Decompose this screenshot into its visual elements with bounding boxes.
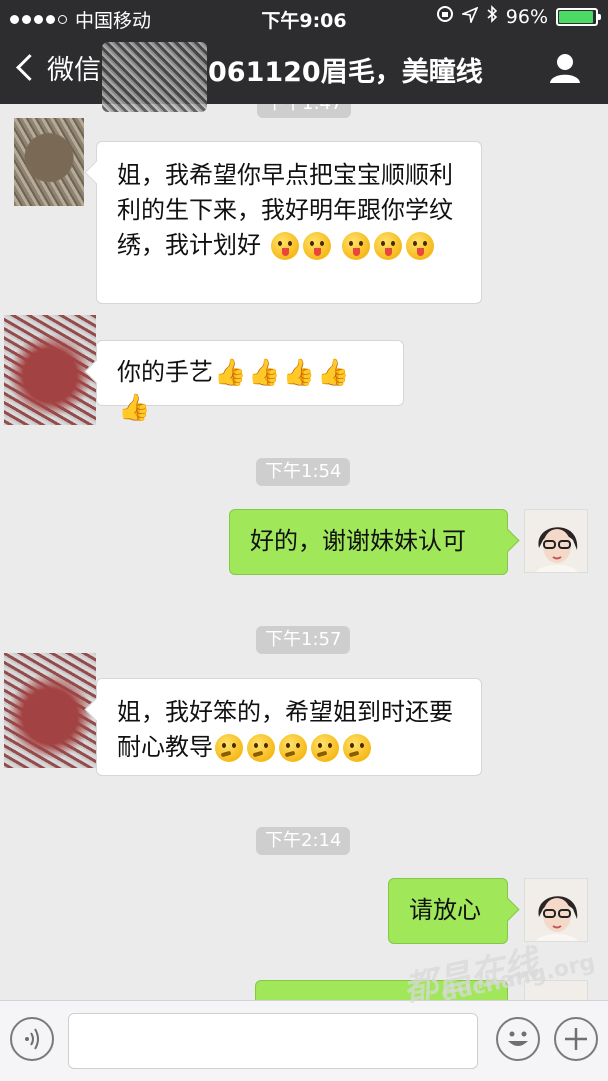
message-bubble: 好的，谢谢妹妹认可: [229, 509, 508, 575]
thinking-emoji-icon: [279, 734, 307, 762]
person-icon[interactable]: [548, 52, 582, 84]
battery-icon: [556, 7, 601, 26]
emoji-button[interactable]: [496, 1017, 540, 1061]
chat-title: 061120眉毛，美瞳线: [208, 57, 483, 88]
location-icon: [459, 5, 479, 28]
tongue-wink-emoji-icon: [374, 232, 403, 260]
thinking-emoji-icon: [343, 734, 371, 762]
timestamp: 下午1:54: [256, 458, 351, 486]
voice-button[interactable]: [10, 1017, 54, 1061]
battery-percent: 96%: [505, 5, 548, 28]
tongue-wink-emoji-icon: [270, 232, 299, 260]
nav-bar: 微信 061120眉毛，美瞳线: [0, 34, 608, 112]
timestamp: 下午2:14: [256, 827, 351, 855]
message-input[interactable]: [68, 1013, 478, 1069]
message-text: 好的，谢谢妹妹认可: [250, 527, 466, 555]
message-bubble: 请放心: [388, 878, 508, 944]
message-bubble: 姐，我希望你早点把宝宝顺顺利利的生下来，我好明年跟你学纹绣，我计划好: [96, 141, 482, 304]
voice-icon: [25, 1028, 39, 1050]
thinking-emoji-icon: [247, 734, 275, 762]
orientation-lock-icon: [436, 5, 454, 28]
thumbs-up-icon: 👍: [317, 357, 350, 388]
thumbs-up-icon: 👍: [282, 357, 316, 388]
chevron-left-icon: [16, 54, 43, 81]
message-text: 请放心: [409, 896, 481, 924]
avatar[interactable]: [524, 878, 588, 942]
header: 中国移动 下午9:06 96% 微信 061120眉毛，美瞳线: [0, 0, 608, 112]
tongue-wink-emoji-icon: [302, 232, 331, 260]
tongue-wink-emoji-icon: [342, 232, 371, 260]
plus-icon: [565, 1028, 587, 1050]
thumbs-up-icon: 👍: [214, 357, 247, 388]
message-bubble: 姐，我好笨的，希望姐到时还要耐心教导: [96, 678, 482, 776]
timestamp: 下午1:57: [256, 626, 351, 654]
message-bubble: 你的手艺👍👍👍👍👍: [96, 340, 404, 423]
thumbs-up-icon: 👍: [248, 357, 281, 388]
avatar[interactable]: [524, 509, 588, 573]
back-label: 微信: [47, 55, 101, 86]
smiley-icon: [508, 1031, 528, 1046]
self-portrait-icon: [536, 896, 578, 941]
redacted-name: [102, 42, 207, 112]
thinking-emoji-icon: [311, 734, 339, 762]
bluetooth-icon: [486, 5, 498, 28]
self-portrait-icon: [536, 527, 578, 572]
avatar[interactable]: [4, 653, 96, 768]
thinking-emoji-icon: [215, 734, 243, 762]
tongue-wink-emoji-icon: [406, 232, 435, 260]
input-bar: [0, 1000, 608, 1081]
message-text: 你的手艺: [117, 358, 213, 386]
avatar[interactable]: [4, 315, 96, 425]
status-bar: 中国移动 下午9:06 96%: [0, 0, 608, 34]
thumbs-up-icon: 👍: [118, 393, 151, 423]
back-button[interactable]: 微信: [16, 48, 101, 87]
add-button[interactable]: [554, 1017, 598, 1061]
avatar[interactable]: [14, 118, 84, 206]
